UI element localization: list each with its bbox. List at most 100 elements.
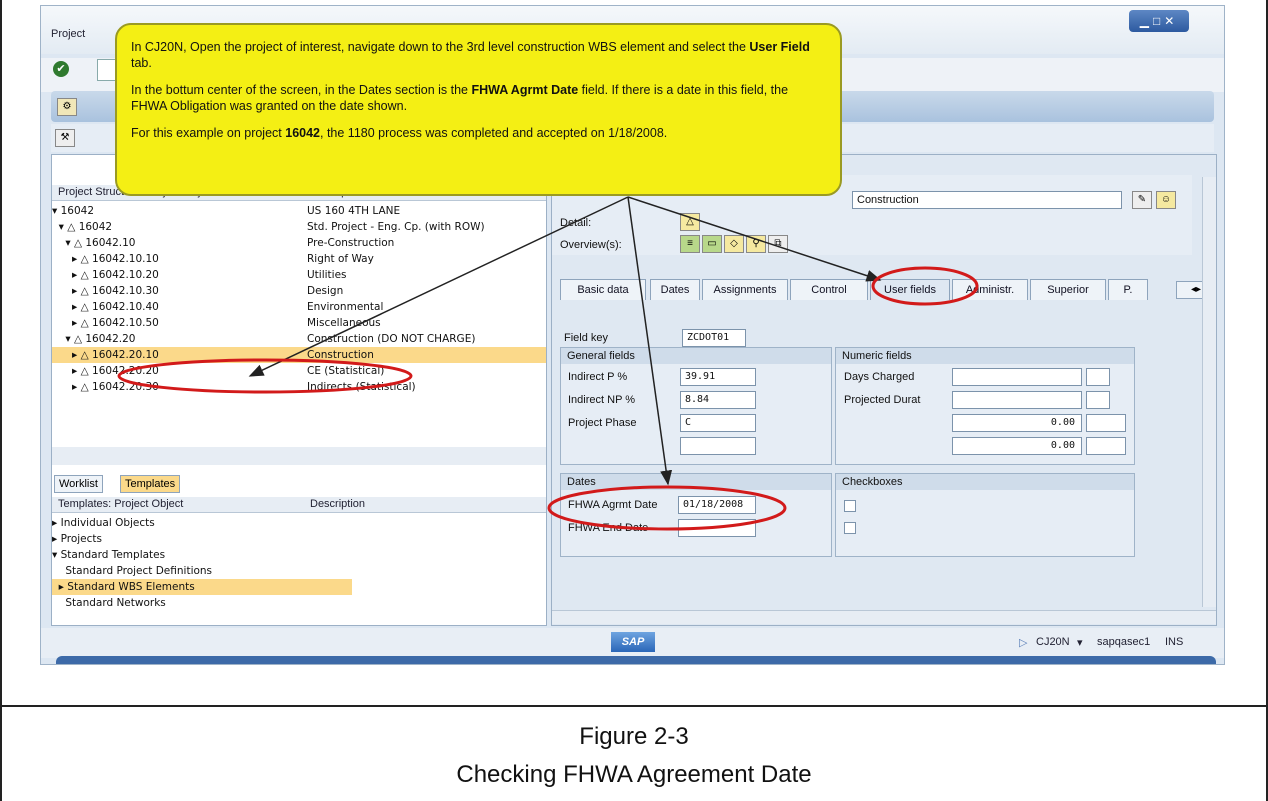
toolbar-icon[interactable]: ⚙ (57, 98, 77, 116)
indirect-np-label: Indirect NP % (568, 394, 636, 406)
numeric-unit-2[interactable] (1086, 437, 1126, 455)
tree-row[interactable]: ▸ △ 16042.10.10 Right of Way (52, 251, 546, 267)
indirect-p-label: Indirect P % (568, 371, 628, 383)
status-server: sapqasec1 (1097, 636, 1151, 648)
tree-row-desc: CE (Statistical) (307, 365, 385, 377)
status-bar: SAP ▷ CJ20N ▾ sapqasec1 INS (41, 628, 1224, 658)
overview-icon-1[interactable]: ≡ (680, 235, 700, 253)
check-icon[interactable]: ✔ (53, 61, 69, 77)
tree-row-desc: Environmental (307, 301, 384, 313)
callout-line-2: In the bottum center of the screen, in t… (131, 82, 826, 114)
tree-row-object: ▾ △ 16042.10 (52, 237, 136, 249)
tree-row-object: ▸ △ 16042.10.30 (52, 285, 159, 297)
tab-p[interactable]: P. (1108, 279, 1148, 300)
template-row[interactable]: ▸ Projects (52, 531, 352, 547)
tree-row-desc: Right of Way (307, 253, 374, 265)
tab-user-fields[interactable]: User fields (870, 279, 950, 300)
days-charged-input[interactable] (952, 368, 1082, 386)
tree-row-object: ▸ △ 16042.10.20 (52, 269, 159, 281)
overview-icon-4[interactable]: ⚲ (746, 235, 766, 253)
template-row-label: ▸ Standard WBS Elements (52, 581, 195, 593)
tree-scroll-area[interactable] (52, 447, 546, 465)
template-row-label: ▾ Standard Templates (52, 549, 166, 561)
templates-header-object[interactable]: Templates: Project Object (58, 497, 183, 512)
tree-row-desc: US 160 4TH LANE (307, 205, 401, 217)
tree-row[interactable]: ▸ △ 16042.10.20 Utilities (52, 267, 546, 283)
tree-row-desc: Construction (307, 349, 374, 361)
callout-line-1: In CJ20N, Open the project of interest, … (131, 39, 826, 71)
overview-icon-3[interactable]: ◇ (724, 235, 744, 253)
tree-row[interactable]: ▸ △ 16042.20.20 CE (Statistical) (52, 363, 546, 379)
edit-icon[interactable]: ✎ (1132, 191, 1152, 209)
person-icon[interactable]: ☺ (1156, 191, 1176, 209)
tab-templates[interactable]: Templates (120, 475, 181, 493)
wbs-triangle-icon[interactable]: △ (680, 213, 700, 231)
figure-title: Checking FHWA Agreement Date (456, 761, 812, 788)
play-icon[interactable]: ▷ (1019, 636, 1027, 649)
tree-row[interactable]: ▾ △ 16042.10 Pre-Construction (52, 235, 546, 251)
tree-row-object: ▸ △ 16042.20.30 (52, 381, 159, 393)
menu-project[interactable]: Project (51, 28, 85, 40)
callout-line-1-bold: User Field (749, 40, 810, 54)
callout-line-3-pre: For this example on project (131, 126, 286, 140)
template-row[interactable]: ▸ Individual Objects (52, 515, 352, 531)
indirect-np-input[interactable]: 8.84 (680, 391, 756, 409)
tab-superior[interactable]: Superior (1030, 279, 1106, 300)
tree-row-desc: Utilities (307, 269, 347, 281)
projected-durat-input[interactable] (952, 391, 1082, 409)
checkboxes-group: Checkboxes (835, 473, 1135, 557)
tree-row[interactable]: ▸ △ 16042.10.30 Design (52, 283, 546, 299)
overview-icon-5[interactable]: ⧉ (768, 235, 788, 253)
indirect-p-input[interactable]: 39.91 (680, 368, 756, 386)
general-extra-input[interactable] (680, 437, 756, 455)
window-controls[interactable]: ▁□✕ (1129, 10, 1189, 32)
tab-basic-data[interactable]: Basic data (560, 279, 646, 300)
dropdown-icon[interactable]: ▾ (1077, 636, 1083, 649)
field-key-input[interactable]: ZCDOT01 (682, 329, 746, 347)
template-row-label: Standard Networks (52, 597, 166, 609)
numeric-field-1[interactable]: 0.00 (952, 414, 1082, 432)
template-row[interactable]: ▸ Standard WBS Elements (52, 579, 352, 595)
project-phase-label: Project Phase (568, 417, 637, 429)
template-row[interactable]: Standard Project Definitions (52, 563, 352, 579)
templates-header-desc[interactable]: Description (310, 497, 365, 512)
callout-line-3: For this example on project 16042, the 1… (131, 125, 826, 141)
fhwa-end-date-input[interactable] (678, 519, 756, 537)
tab-assignments[interactable]: Assignments (702, 279, 788, 300)
tree-row[interactable]: ▸ △ 16042.10.40 Environmental (52, 299, 546, 315)
status-transaction[interactable]: CJ20N (1036, 636, 1070, 648)
tree-row[interactable]: ▾ △ 16042.20 Construction (DO NOT CHARGE) (52, 331, 546, 347)
detail-pane: Construction ✎ ☺ Detail: △ Overview(s): … (551, 154, 1217, 626)
overview-icon-2[interactable]: ▭ (702, 235, 722, 253)
checkbox-1[interactable] (844, 500, 856, 512)
template-row[interactable]: Standard Networks (52, 595, 352, 611)
days-charged-unit[interactable] (1086, 368, 1110, 386)
tree-row-object: ▸ △ 16042.10.40 (52, 301, 159, 313)
status-mode[interactable]: INS (1165, 636, 1183, 648)
checkbox-2[interactable] (844, 522, 856, 534)
bottom-scrollbar[interactable] (552, 610, 1216, 624)
tab-dates[interactable]: Dates (650, 279, 700, 300)
tree-row[interactable]: ▾ △ 16042 Std. Project - Eng. Cp. (with R… (52, 219, 546, 235)
fhwa-agrmt-date-input[interactable]: 01/18/2008 (678, 496, 756, 514)
template-row[interactable]: ▾ Standard Templates (52, 547, 352, 563)
tool-icon[interactable]: ⚒ (55, 129, 75, 147)
tab-control[interactable]: Control (790, 279, 868, 300)
tree-row[interactable]: ▸ △ 16042.10.50 Miscellaneous (52, 315, 546, 331)
caption-divider (0, 705, 1268, 707)
wbs-description-field[interactable]: Construction (852, 191, 1122, 209)
tree-row[interactable]: ▸ △ 16042.20.30 Indirects (Statistical) (52, 379, 546, 395)
tree-row-object: ▸ △ 16042.20.20 (52, 365, 159, 377)
tree-row[interactable]: ▾ 16042 US 160 4TH LANE (52, 203, 546, 219)
tree-row[interactable]: ▸ △ 16042.20.10 Construction (52, 347, 546, 363)
numeric-field-2[interactable]: 0.00 (952, 437, 1082, 455)
tab-administr[interactable]: Administr. (952, 279, 1028, 300)
tree-row-desc: Design (307, 285, 344, 297)
callout-line-3-bold: 16042 (285, 126, 321, 140)
callout-line-2-pre: In the bottum center of the screen, in t… (131, 83, 472, 97)
project-phase-input[interactable]: C (680, 414, 756, 432)
numeric-unit-1[interactable] (1086, 414, 1126, 432)
right-scrollbar[interactable] (1202, 177, 1216, 607)
tab-worklist[interactable]: Worklist (54, 475, 103, 493)
projected-durat-unit[interactable] (1086, 391, 1110, 409)
